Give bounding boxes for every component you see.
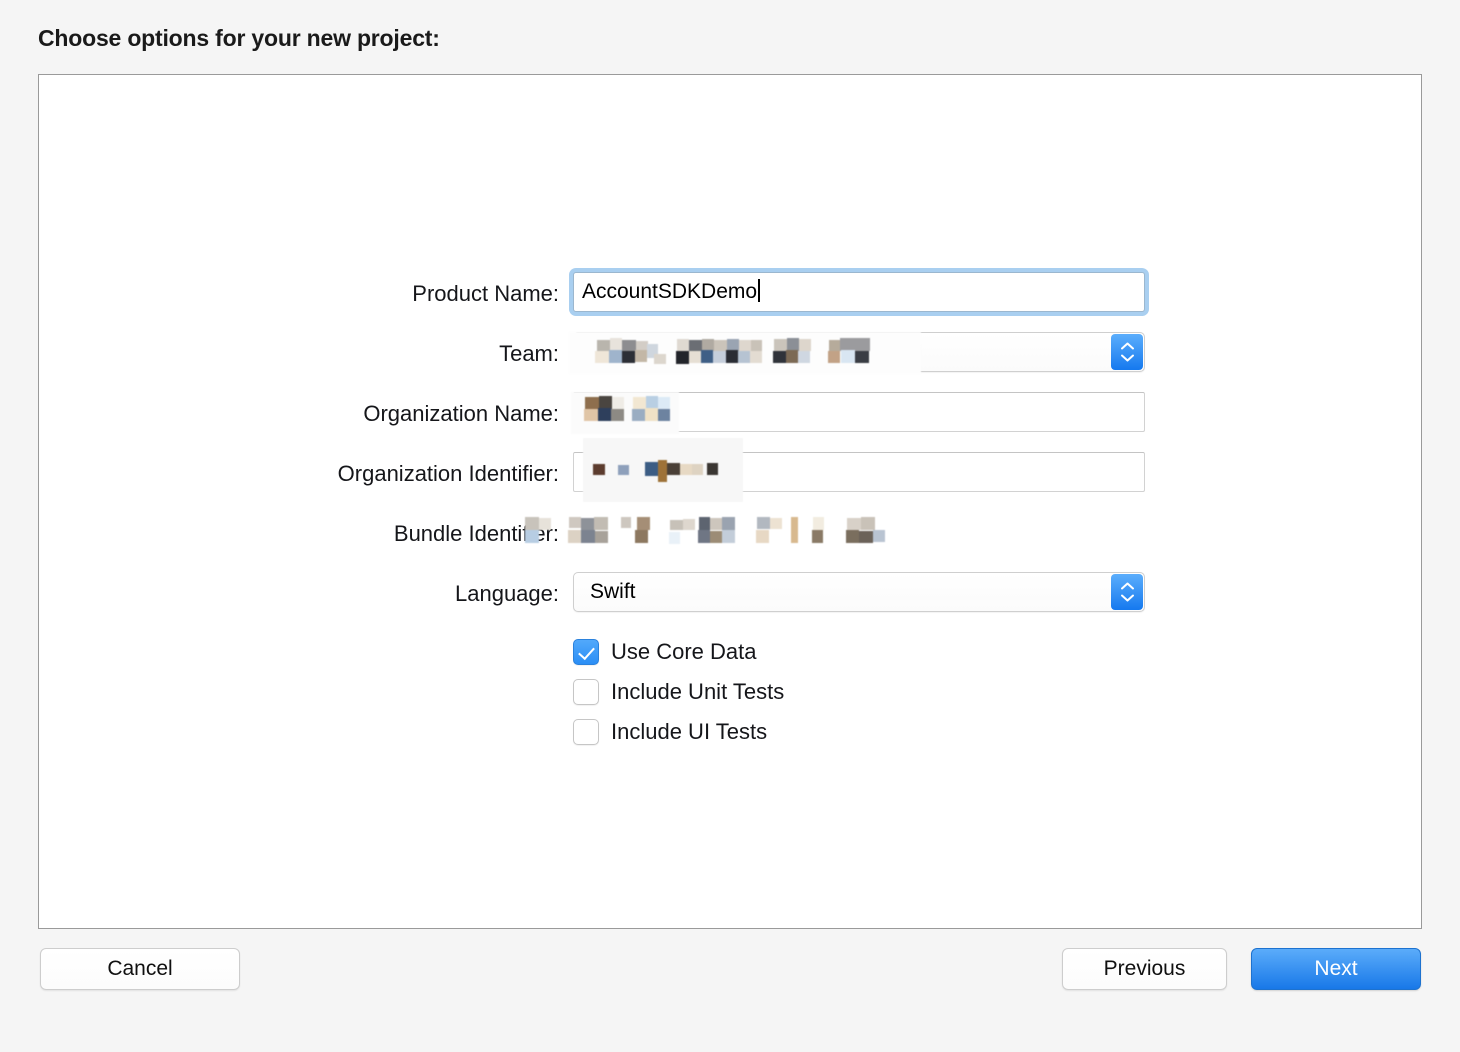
include-unit-tests-checkbox[interactable] [573, 679, 599, 705]
product-name-input[interactable]: AccountSDKDemo [573, 272, 1145, 312]
organization-name-control [571, 392, 1145, 434]
language-control: Swift [573, 572, 1145, 612]
team-stepper-arrows[interactable] [1111, 334, 1143, 370]
page-title: Choose options for your new project: [38, 25, 440, 51]
bundle-identifier-label: Bundle Identifier: [393, 521, 559, 546]
project-options-form: Product Name: AccountSDKDemo Team: Organ… [39, 268, 1421, 762]
organization-name-input[interactable] [573, 392, 1145, 432]
chevron-up-icon [1120, 342, 1134, 350]
chevron-up-icon [1120, 582, 1134, 590]
chevron-down-icon [1120, 594, 1134, 602]
team-select[interactable] [573, 332, 1145, 372]
form-row-bundle-identifier: Bundle Identifier: [39, 512, 1421, 572]
product-name-focus-ring: AccountSDKDemo [569, 268, 1149, 316]
organization-identifier-input[interactable] [573, 452, 1145, 492]
team-control [569, 332, 1145, 374]
project-options-checkboxes: Use Core Data Include Unit Tests Include… [573, 632, 784, 752]
product-name-label: Product Name: [412, 281, 559, 306]
use-core-data-label: Use Core Data [611, 639, 757, 664]
product-name-control: AccountSDKDemo [569, 268, 1149, 317]
text-caret [758, 279, 760, 302]
form-row-language: Language: Swift [39, 572, 1421, 632]
organization-identifier-label: Organization Identifier: [337, 461, 559, 486]
include-ui-tests-checkbox[interactable] [573, 719, 599, 745]
bundle-identifier-control [525, 512, 1145, 552]
previous-button[interactable]: Previous [1062, 948, 1227, 990]
organization-name-label: Organization Name: [363, 401, 559, 426]
language-stepper-arrows[interactable] [1111, 574, 1143, 610]
language-select[interactable]: Swift [573, 572, 1145, 612]
dialog-footer: Cancel Previous Next [0, 948, 1460, 1008]
form-row-product-name: Product Name: AccountSDKDemo [39, 268, 1421, 332]
language-value: Swift [590, 580, 636, 603]
use-core-data-checkbox[interactable] [573, 639, 599, 665]
include-ui-tests-label: Include UI Tests [611, 719, 768, 744]
language-label: Language: [455, 581, 559, 606]
new-project-options-dialog: Choose options for your new project: Pro… [0, 0, 1460, 1052]
form-row-organization-name: Organization Name: [39, 392, 1421, 452]
team-label: Team: [499, 341, 559, 366]
bundle-identifier-value [573, 512, 1145, 552]
form-row-team: Team: [39, 332, 1421, 392]
include-unit-tests-label: Include Unit Tests [611, 679, 785, 704]
cancel-button[interactable]: Cancel [40, 948, 240, 990]
next-button[interactable]: Next [1251, 948, 1421, 990]
checkbox-row-include-ui-tests[interactable]: Include UI Tests [573, 712, 784, 752]
chevron-down-icon [1120, 354, 1134, 362]
options-panel: Product Name: AccountSDKDemo Team: Organ… [38, 74, 1422, 929]
checkbox-row-include-unit-tests[interactable]: Include Unit Tests [573, 672, 784, 712]
checkbox-row-use-core-data[interactable]: Use Core Data [573, 632, 784, 672]
product-name-value: AccountSDKDemo [582, 280, 758, 303]
form-row-options: Use Core Data Include Unit Tests Include… [39, 632, 1421, 762]
organization-identifier-control [573, 438, 1145, 502]
form-row-organization-identifier: Organization Identifier: [39, 438, 1421, 512]
